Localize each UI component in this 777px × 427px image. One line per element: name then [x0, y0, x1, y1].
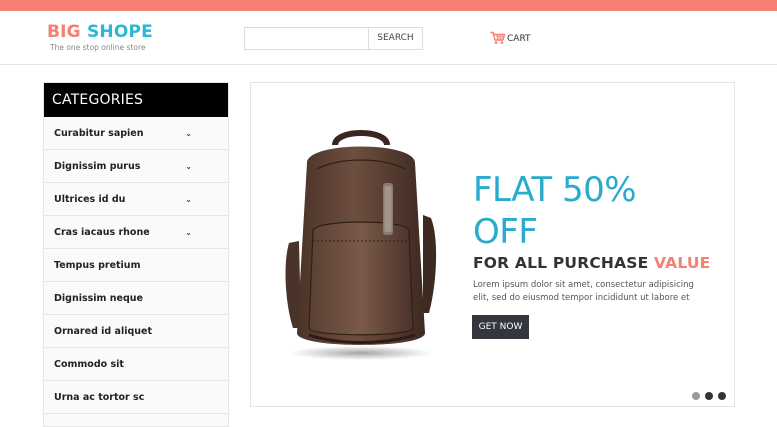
logo-shope: SHOPE — [86, 22, 153, 42]
category-item[interactable]: Tempus pretium — [44, 249, 228, 282]
get-now-button[interactable]: GET NOW — [472, 315, 529, 339]
category-item[interactable]: Curabitur sapien ⌄ — [44, 117, 228, 150]
offer-subtitle-accent: VALUE — [654, 254, 711, 272]
chevron-down-icon[interactable]: ⌄ — [185, 228, 192, 237]
search-input[interactable] — [244, 27, 369, 50]
offer-subtitle: FOR ALL PURCHASE VALUE — [473, 254, 710, 272]
categories-list: Curabitur sapien ⌄ Dignissim purus ⌄ Ultrice… — [44, 117, 228, 414]
hero-banner: FLAT 50% OFF FOR ALL PURCHASE VALUE Lore… — [250, 82, 735, 407]
category-item[interactable]: Commodo sit — [44, 348, 228, 381]
offer-title: FLAT 50% OFF — [473, 169, 637, 253]
slider-dots — [692, 392, 726, 400]
site-header: BIG SHOPE The one stop online store SEAR… — [0, 11, 777, 65]
category-label: Tempus pretium — [54, 259, 141, 271]
chevron-down-icon[interactable]: ⌄ — [185, 129, 192, 138]
category-item[interactable]: Urna ac tortor sc — [44, 381, 228, 414]
categories-sidebar: CATEGORIES Curabitur sapien ⌄ Dignissim pu… — [43, 82, 229, 427]
category-label: Urna ac tortor sc — [54, 391, 145, 403]
category-label: Curabitur sapien — [54, 127, 144, 139]
logo-tagline: The one stop online store — [50, 43, 146, 52]
backpack-image — [285, 130, 437, 360]
offer-title-line2: OFF — [473, 212, 538, 252]
offer-subtitle-main: FOR ALL PURCHASE — [473, 254, 649, 272]
offer-title-line1: FLAT 50% — [473, 170, 637, 210]
offer-description: Lorem ipsum dolor sit amet, consectetur … — [473, 280, 694, 303]
logo-big: BIG — [47, 22, 81, 42]
category-label: Ultrices id du — [54, 193, 126, 205]
category-label: Cras iacaus rhone — [54, 226, 150, 238]
cart-icon — [490, 30, 506, 49]
chevron-down-icon[interactable]: ⌄ — [185, 195, 192, 204]
logo-title: BIG SHOPE — [47, 22, 153, 42]
slider-dot[interactable] — [692, 392, 700, 400]
cart-label: CART — [507, 34, 531, 44]
category-label: Commodo sit — [54, 358, 124, 370]
top-accent-bar — [0, 0, 777, 11]
category-item[interactable]: Dignissim neque — [44, 282, 228, 315]
category-item[interactable]: Cras iacaus rhone ⌄ — [44, 216, 228, 249]
category-label: Dignissim neque — [54, 292, 143, 304]
categories-heading: CATEGORIES — [44, 83, 228, 117]
cart-link[interactable]: CART — [490, 31, 531, 47]
category-item[interactable]: Dignissim purus ⌄ — [44, 150, 228, 183]
category-label: Dignissim purus — [54, 160, 141, 172]
category-item[interactable]: Ultrices id du ⌄ — [44, 183, 228, 216]
logo[interactable]: BIG SHOPE The one stop online store — [47, 22, 153, 52]
slider-dot[interactable] — [718, 392, 726, 400]
slider-dot[interactable] — [705, 392, 713, 400]
search-button[interactable]: SEARCH — [368, 27, 423, 50]
chevron-down-icon[interactable]: ⌄ — [185, 162, 192, 171]
category-item[interactable]: Ornared id aliquet — [44, 315, 228, 348]
category-label: Ornared id aliquet — [54, 325, 153, 337]
